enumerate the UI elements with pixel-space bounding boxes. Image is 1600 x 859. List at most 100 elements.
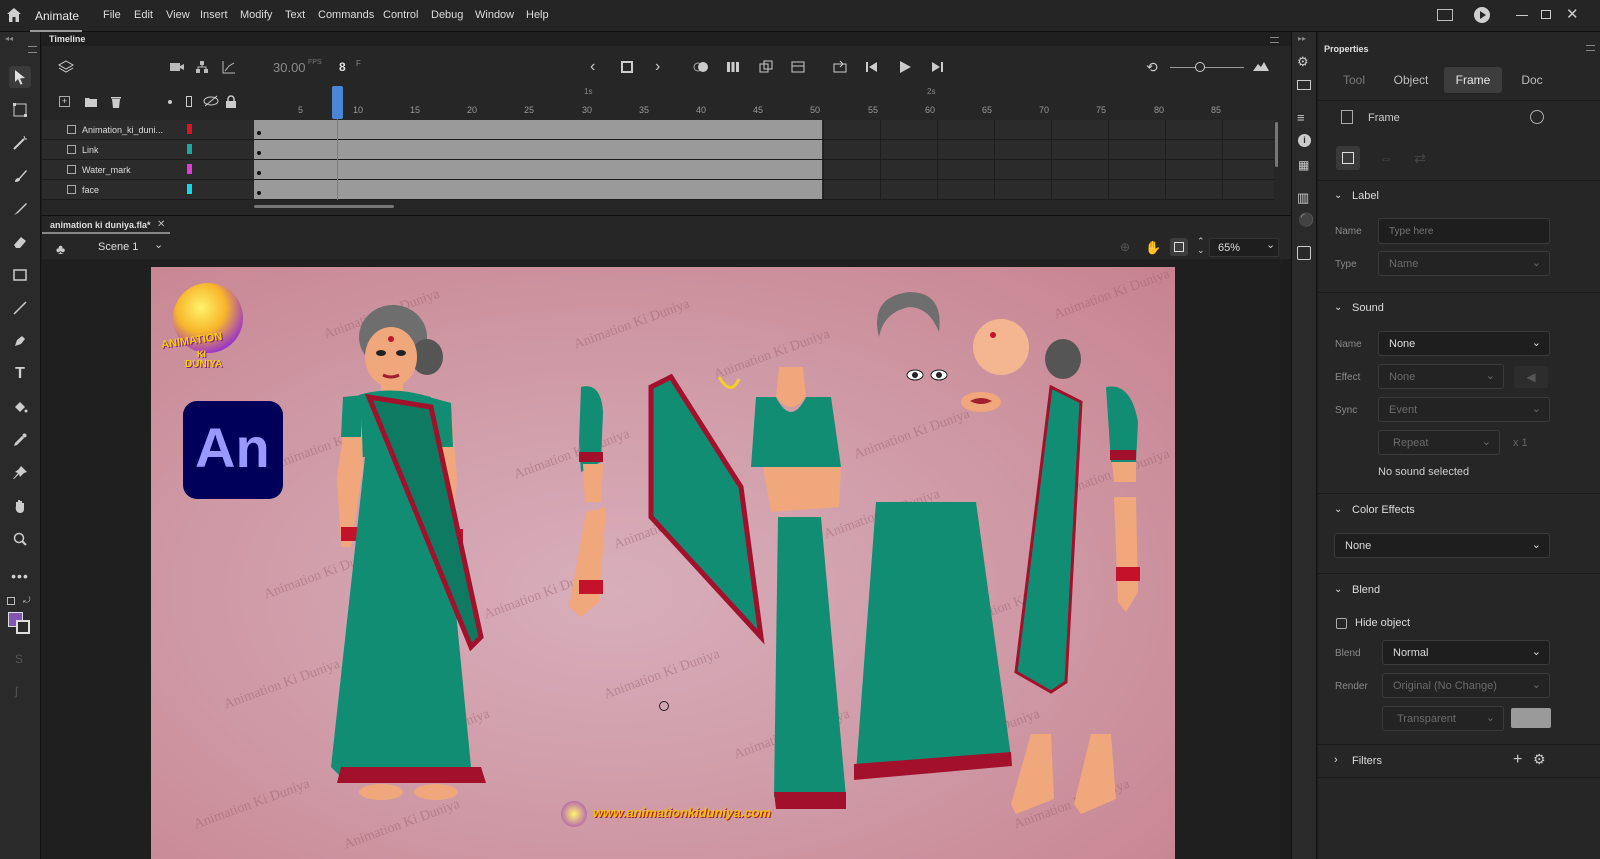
character-left-arm-part[interactable] (551, 382, 621, 642)
rotate-stage-icon[interactable]: ✋ (1145, 240, 1161, 256)
scene-name[interactable]: Scene 1 (98, 241, 138, 253)
label-type-dropdown[interactable]: Name ⌄ (1378, 251, 1550, 276)
play-icon[interactable] (898, 60, 912, 77)
zoom-mountain-icon[interactable] (1253, 61, 1269, 74)
filters-title[interactable]: Filters (1352, 755, 1382, 767)
stage-canvas[interactable]: Animation Ki Duniya Animation Ki Duniya … (151, 267, 1175, 859)
frame-span[interactable] (254, 180, 822, 199)
code-snippets-icon[interactable] (1297, 246, 1311, 260)
character-right-arm-part[interactable] (1096, 382, 1156, 642)
render-background-dropdown[interactable]: Transparent ⌄ (1382, 706, 1504, 731)
brush-tool-icon[interactable] (9, 198, 31, 220)
line-tool-icon[interactable] (9, 297, 31, 319)
fill-color-swatch[interactable] (16, 620, 30, 634)
scene-chevron-down-icon[interactable]: ⌄ (154, 238, 163, 251)
sound-section-title[interactable]: Sound (1352, 302, 1384, 314)
show-hide-all-icon[interactable] (203, 95, 219, 110)
animate-app-logo[interactable]: An (183, 401, 283, 499)
blend-chevron-icon[interactable]: ⌄ (1334, 584, 1342, 595)
color-effects-chevron-icon[interactable]: ⌄ (1334, 504, 1342, 515)
restore-icon[interactable] (1541, 10, 1551, 19)
hair-bun-part[interactable] (1043, 337, 1083, 382)
frame-span[interactable] (254, 140, 822, 159)
face-part[interactable] (971, 317, 1031, 377)
lock-all-icon[interactable] (225, 95, 237, 112)
timeline-zoom-knob[interactable] (1195, 62, 1205, 72)
playhead-handle[interactable] (332, 86, 343, 119)
tab-doc[interactable]: Doc (1516, 67, 1548, 93)
step-forward-icon[interactable] (930, 60, 944, 77)
tab-frame[interactable]: Frame (1444, 67, 1502, 93)
frame-ruler[interactable]: 1s 2s 5 10 15 20 25 30 35 40 45 50 55 60… (254, 86, 1284, 120)
info-icon[interactable]: i (1298, 134, 1311, 147)
test-movie-icon[interactable] (1474, 7, 1490, 23)
rectangle-tool-icon[interactable] (9, 264, 31, 286)
layer-color-swatch[interactable] (187, 124, 192, 134)
create-tween-icon[interactable] (759, 60, 773, 77)
blend-section-title[interactable]: Blend (1352, 584, 1380, 596)
layer-parenting-icon[interactable] (195, 60, 209, 77)
eyes-part[interactable] (903, 365, 953, 385)
text-tool-icon[interactable]: T (9, 363, 31, 385)
menu-insert[interactable]: Insert (200, 9, 228, 21)
filter-settings-gear-icon[interactable]: ⚙ (1533, 751, 1546, 768)
components-icon[interactable]: ▥ (1297, 190, 1309, 206)
blend-dropdown[interactable]: Normal ⌄ (1382, 640, 1550, 665)
timeline-zoom-slider[interactable] (1170, 67, 1244, 68)
new-folder-icon[interactable] (84, 96, 98, 111)
zoom-stepper-icon[interactable]: ⌃ ⌄ (1197, 237, 1205, 255)
feet-part[interactable] (1006, 729, 1136, 829)
onion-skin-icon[interactable] (692, 61, 710, 76)
character-full-figure[interactable] (301, 297, 511, 857)
help-icon[interactable] (1530, 110, 1544, 124)
render-background-color-swatch[interactable] (1511, 708, 1551, 728)
highlight-layer-dot-icon[interactable] (168, 100, 172, 104)
label-name-input[interactable] (1378, 218, 1550, 244)
default-colors-icon[interactable] (7, 597, 15, 605)
label-section-chevron-icon[interactable]: ⌄ (1334, 190, 1342, 201)
website-footer[interactable]: www.animationkiduniya.com (561, 799, 791, 829)
menu-commands[interactable]: Commands (318, 9, 374, 21)
delete-layer-icon[interactable] (110, 95, 122, 112)
close-tab-icon[interactable]: ✕ (157, 219, 165, 230)
layer-name[interactable]: face (82, 185, 99, 195)
document-tab-name[interactable]: animation ki duniya.fla* (50, 220, 151, 230)
properties-menu-icon[interactable] (1586, 45, 1595, 51)
frame-row[interactable] (254, 140, 1274, 160)
layer-row[interactable]: face (42, 180, 253, 200)
layer-row[interactable]: Animation_ki_duni... (42, 120, 253, 140)
keyframe-dot[interactable] (257, 191, 261, 195)
close-icon[interactable]: ✕ (1566, 5, 1579, 23)
layer-name[interactable]: Animation_ki_duni... (82, 125, 163, 135)
graph-icon[interactable] (222, 60, 236, 77)
classic-tween-icon[interactable] (791, 60, 805, 77)
layer-color-swatch[interactable] (187, 164, 192, 174)
snap-icon[interactable]: S (15, 652, 23, 666)
assets-icon[interactable]: ⚫ (1298, 212, 1314, 228)
layer-name[interactable]: Link (82, 145, 99, 155)
menu-text[interactable]: Text (285, 9, 305, 21)
menu-help[interactable]: Help (526, 9, 549, 21)
website-url[interactable]: www.animationkiduniya.com (593, 805, 771, 820)
smooth-icon[interactable]: ʃ (15, 684, 18, 698)
outline-column-icon[interactable] (186, 96, 192, 107)
hide-object-label[interactable]: Hide object (1355, 617, 1410, 629)
tab-object[interactable]: Object (1388, 67, 1434, 93)
next-keyframe-icon[interactable]: › (655, 58, 660, 76)
frame-row[interactable] (254, 180, 1274, 200)
layer-row[interactable]: Water_mark (42, 160, 253, 180)
motion-presets-icon[interactable] (1297, 80, 1311, 90)
frame-span[interactable] (254, 160, 822, 179)
blouse-part[interactable] (691, 357, 861, 517)
edit-multiple-frames-icon[interactable] (726, 60, 740, 77)
menu-file[interactable]: File (103, 9, 121, 21)
hand-tool-icon[interactable] (9, 495, 31, 517)
zoom-tool-icon[interactable] (9, 528, 31, 550)
free-transform-tool-icon[interactable] (9, 99, 31, 121)
label-section-title[interactable]: Label (1352, 190, 1379, 202)
keyframe-dot[interactable] (257, 151, 261, 155)
properties-title[interactable]: Properties (1324, 44, 1369, 54)
timeline-vertical-scrollbar[interactable] (1275, 122, 1278, 167)
registration-point-icon[interactable] (659, 701, 669, 711)
saree-drape-part[interactable] (1011, 382, 1091, 702)
